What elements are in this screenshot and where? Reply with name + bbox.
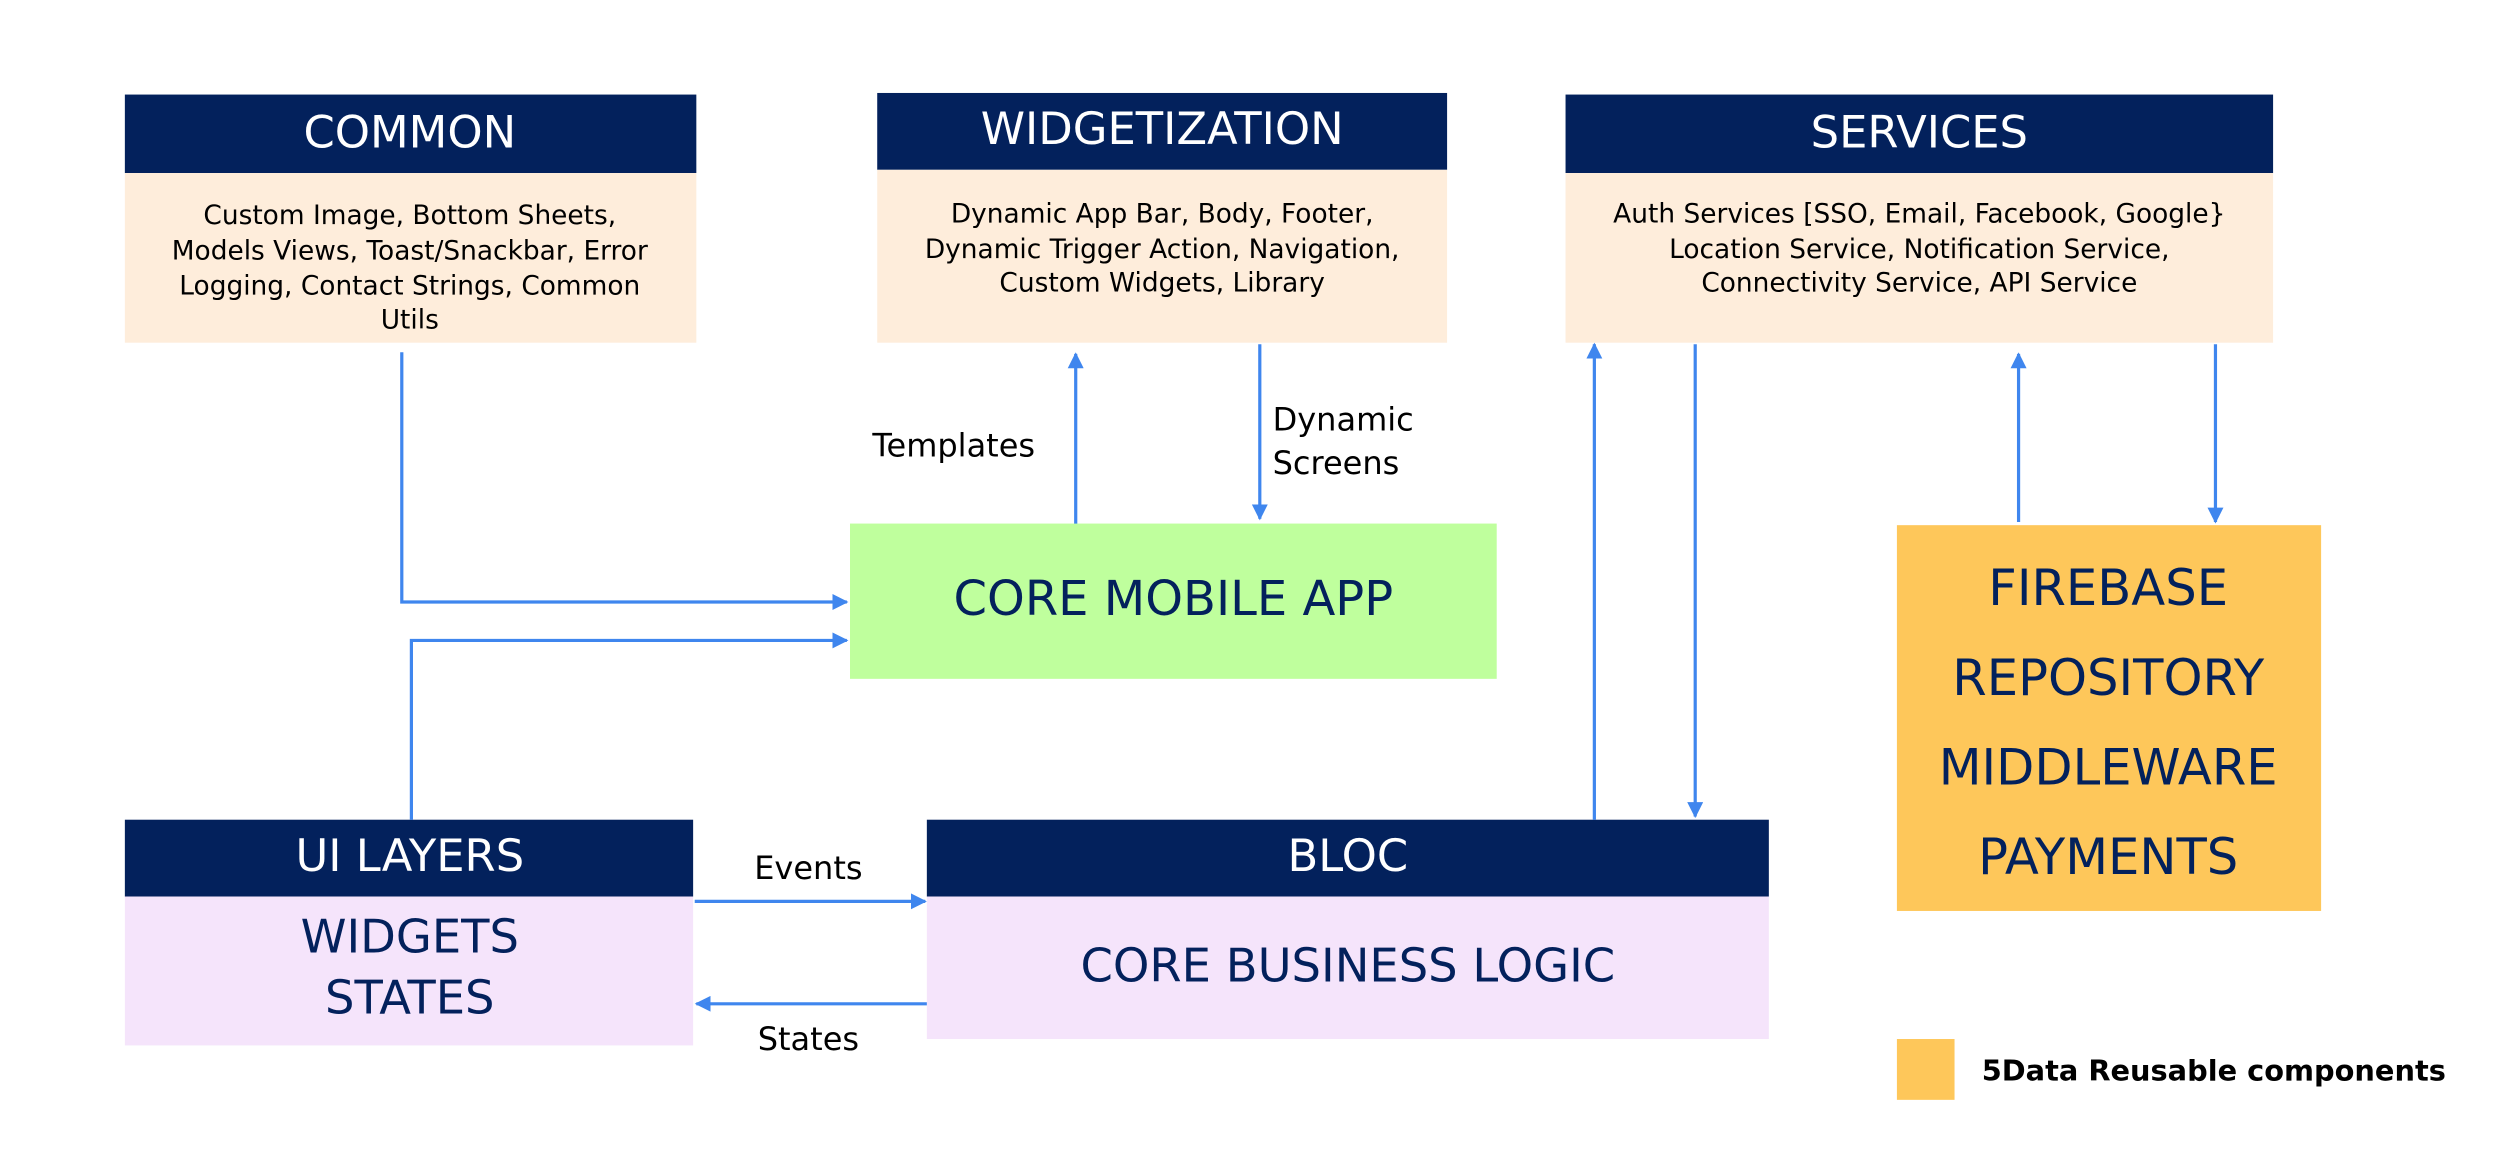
bloc-box: BLOC CORE BUSINESS LOGIC [926, 819, 1769, 1040]
common-line: Custom Image, Bottom Sheets, [203, 200, 616, 231]
repository-label: REPOSITORY [1952, 649, 2265, 707]
screens-label: Screens [1273, 444, 1400, 482]
services-title: SERVICES [1811, 105, 2028, 158]
widgetization-line: Dynamic Trigger Action, Navigation, [925, 234, 1400, 265]
dynamic-label: Dynamic [1273, 401, 1414, 439]
services-line: Location Service, Notification Service, [1669, 234, 2169, 265]
reusable-components-box: FIREBASE REPOSITORY MIDDLEWARE PAYMENTS [1896, 525, 2322, 911]
bloc-body-label: CORE BUSINESS LOGIC [1081, 938, 1616, 992]
ui-layers-box: UI LAYERS WIDGETS STATES [124, 819, 694, 1046]
events-label: Events [754, 849, 862, 887]
ui-layers-title: UI LAYERS [295, 829, 524, 882]
legend: 5Data Reusable components [1896, 1039, 2446, 1100]
legend-label: 5Data Reusable components [1982, 1054, 2446, 1088]
states-edge-label: States [758, 1020, 859, 1058]
services-line: Auth Services [SSO, Email, Facebook, Goo… [1613, 199, 2225, 230]
templates-label: Templates [871, 426, 1035, 464]
payments-label: PAYMENTS [1978, 828, 2238, 886]
widgetization-box: WIDGETIZATION Dynamic App Bar, Body, Foo… [877, 92, 1448, 343]
core-mobile-app-title: CORE MOBILE APP [954, 571, 1394, 627]
common-to-core-arrow [400, 352, 849, 611]
middleware-label: MIDDLEWARE [1939, 738, 2278, 796]
firebase-label: FIREBASE [1988, 559, 2228, 617]
legend-swatch [1896, 1039, 1955, 1100]
services-line: Connectivity Service, API Service [1701, 267, 2137, 298]
common-title: COMMON [303, 105, 516, 158]
services-box: SERVICES Auth Services [SSO, Email, Face… [1565, 94, 2274, 343]
core-mobile-app-box: CORE MOBILE APP [850, 523, 1497, 679]
common-line: Utils [381, 304, 439, 335]
common-box: COMMON Custom Image, Bottom Sheets, Mode… [124, 94, 697, 343]
widgetization-line: Custom Widgets, Library [999, 267, 1324, 298]
widgetization-title: WIDGETIZATION [981, 102, 1344, 155]
common-line: Models Views, Toast/Snackbar, Error [172, 235, 648, 266]
widgets-label: WIDGETS [301, 910, 519, 964]
ui-to-core-arrow [409, 632, 849, 820]
architecture-diagram: COMMON Custom Image, Bottom Sheets, Mode… [124, 92, 2446, 1100]
bloc-title: BLOC [1288, 829, 1409, 882]
widgetization-line: Dynamic App Bar, Body, Footer, [951, 199, 1374, 230]
common-line: Logging, Contact Strings, Common [179, 271, 640, 302]
states-label: STATES [325, 970, 494, 1024]
